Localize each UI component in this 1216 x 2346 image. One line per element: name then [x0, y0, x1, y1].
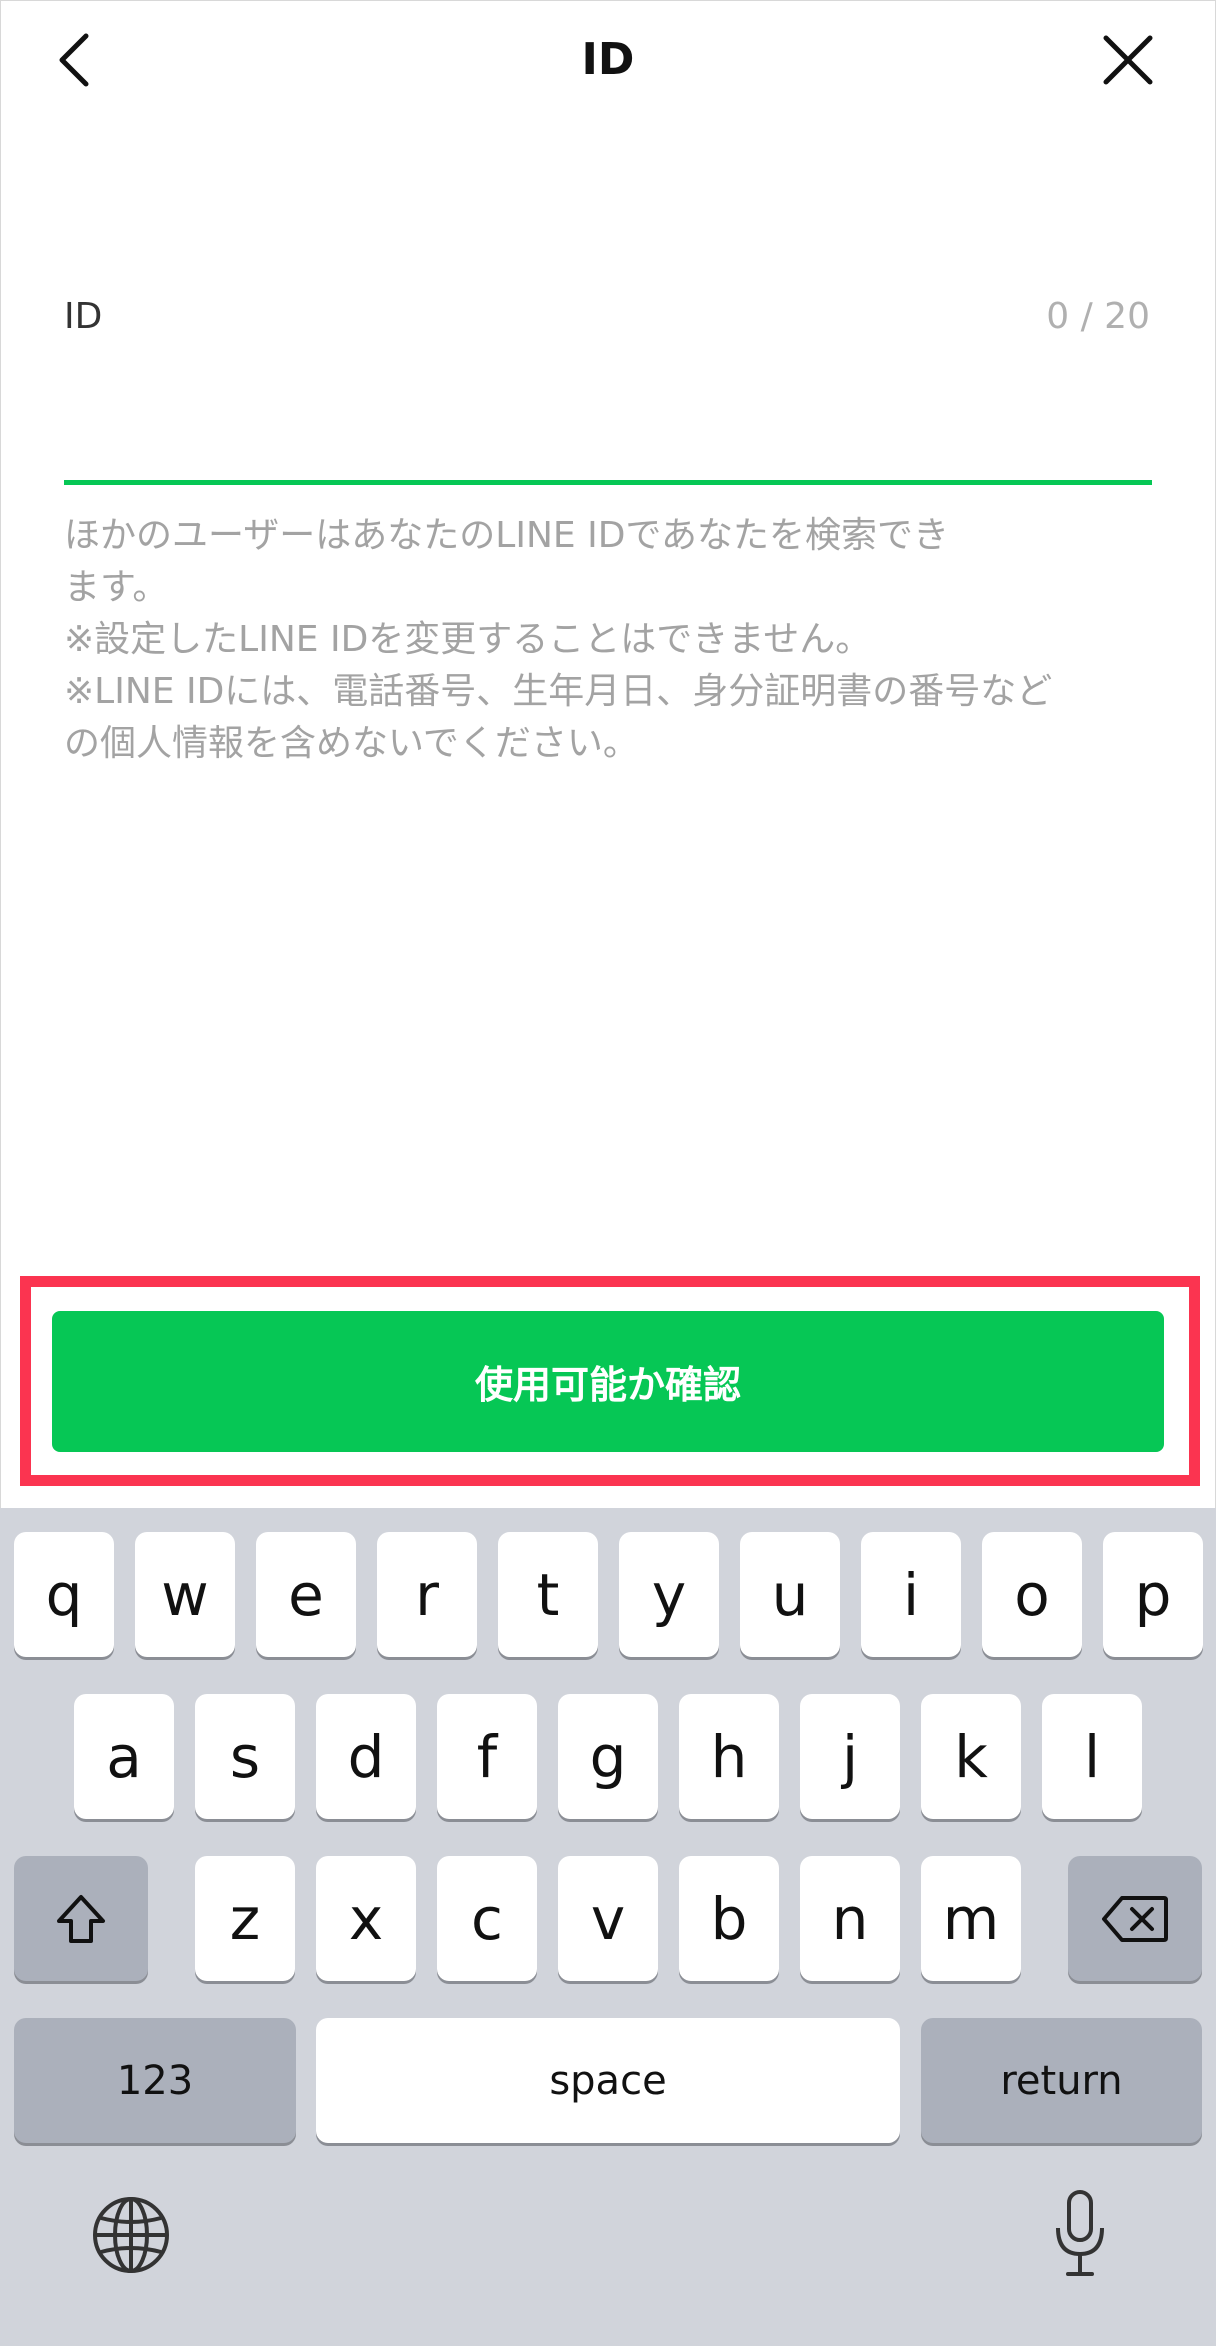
key-e[interactable]: e	[256, 1532, 356, 1657]
close-button[interactable]	[1096, 28, 1160, 92]
input-underline	[64, 480, 1152, 485]
helper-line: の個人情報を含めないでください。	[64, 723, 639, 764]
header: ID	[0, 0, 1216, 120]
key-y[interactable]: y	[619, 1532, 719, 1657]
key-z[interactable]: z	[195, 1856, 295, 1981]
key-g[interactable]: g	[558, 1694, 658, 1819]
keyboard: q w e r t y u i o p a s d f g h j k l z …	[0, 1508, 1216, 2346]
key-i[interactable]: i	[861, 1532, 961, 1657]
key-l[interactable]: l	[1042, 1694, 1142, 1819]
check-availability-button[interactable]: 使用可能か確認	[52, 1311, 1164, 1452]
key-f[interactable]: f	[437, 1694, 537, 1819]
globe-button[interactable]	[86, 2190, 176, 2280]
key-x[interactable]: x	[316, 1856, 416, 1981]
key-s[interactable]: s	[195, 1694, 295, 1819]
key-p[interactable]: p	[1103, 1532, 1203, 1657]
globe-icon	[93, 2197, 169, 2273]
helper-text: ほかのユーザーはあなたのLINE IDであなたを検索でき ます。 ※設定したLI…	[64, 510, 1164, 770]
key-v[interactable]: v	[558, 1856, 658, 1981]
microphone-icon	[1056, 2190, 1104, 2276]
helper-line: ほかのユーザーはあなたのLINE IDであなたを検索でき	[64, 515, 950, 556]
key-a[interactable]: a	[74, 1694, 174, 1819]
key-h[interactable]: h	[679, 1694, 779, 1819]
key-m[interactable]: m	[921, 1856, 1021, 1981]
character-counter: 0 / 20	[1046, 296, 1150, 337]
key-r[interactable]: r	[377, 1532, 477, 1657]
page-title: ID	[581, 34, 635, 85]
delete-icon	[1102, 1895, 1168, 1942]
key-u[interactable]: u	[740, 1532, 840, 1657]
delete-key[interactable]	[1068, 1856, 1202, 1981]
id-input[interactable]	[64, 360, 1156, 482]
key-n[interactable]: n	[800, 1856, 900, 1981]
id-field-label: ID	[64, 296, 103, 337]
key-k[interactable]: k	[921, 1694, 1021, 1819]
helper-line: ※設定したLINE IDを変更することはできません。	[64, 619, 872, 660]
key-o[interactable]: o	[982, 1532, 1082, 1657]
space-key[interactable]: space	[316, 2018, 900, 2143]
microphone-button[interactable]	[1040, 2184, 1120, 2284]
key-d[interactable]: d	[316, 1694, 416, 1819]
helper-line: ※LINE IDには、電話番号、生年月日、身分証明書の番号など	[64, 671, 1053, 712]
shift-key[interactable]	[14, 1856, 148, 1981]
return-key[interactable]: return	[921, 2018, 1202, 2143]
key-j[interactable]: j	[800, 1694, 900, 1819]
key-w[interactable]: w	[135, 1532, 235, 1657]
numbers-key[interactable]: 123	[14, 2018, 296, 2143]
key-b[interactable]: b	[679, 1856, 779, 1981]
helper-line: ます。	[64, 567, 169, 608]
key-t[interactable]: t	[498, 1532, 598, 1657]
close-icon	[1103, 35, 1153, 85]
key-q[interactable]: q	[14, 1532, 114, 1657]
shift-icon	[57, 1894, 105, 1943]
key-c[interactable]: c	[437, 1856, 537, 1981]
